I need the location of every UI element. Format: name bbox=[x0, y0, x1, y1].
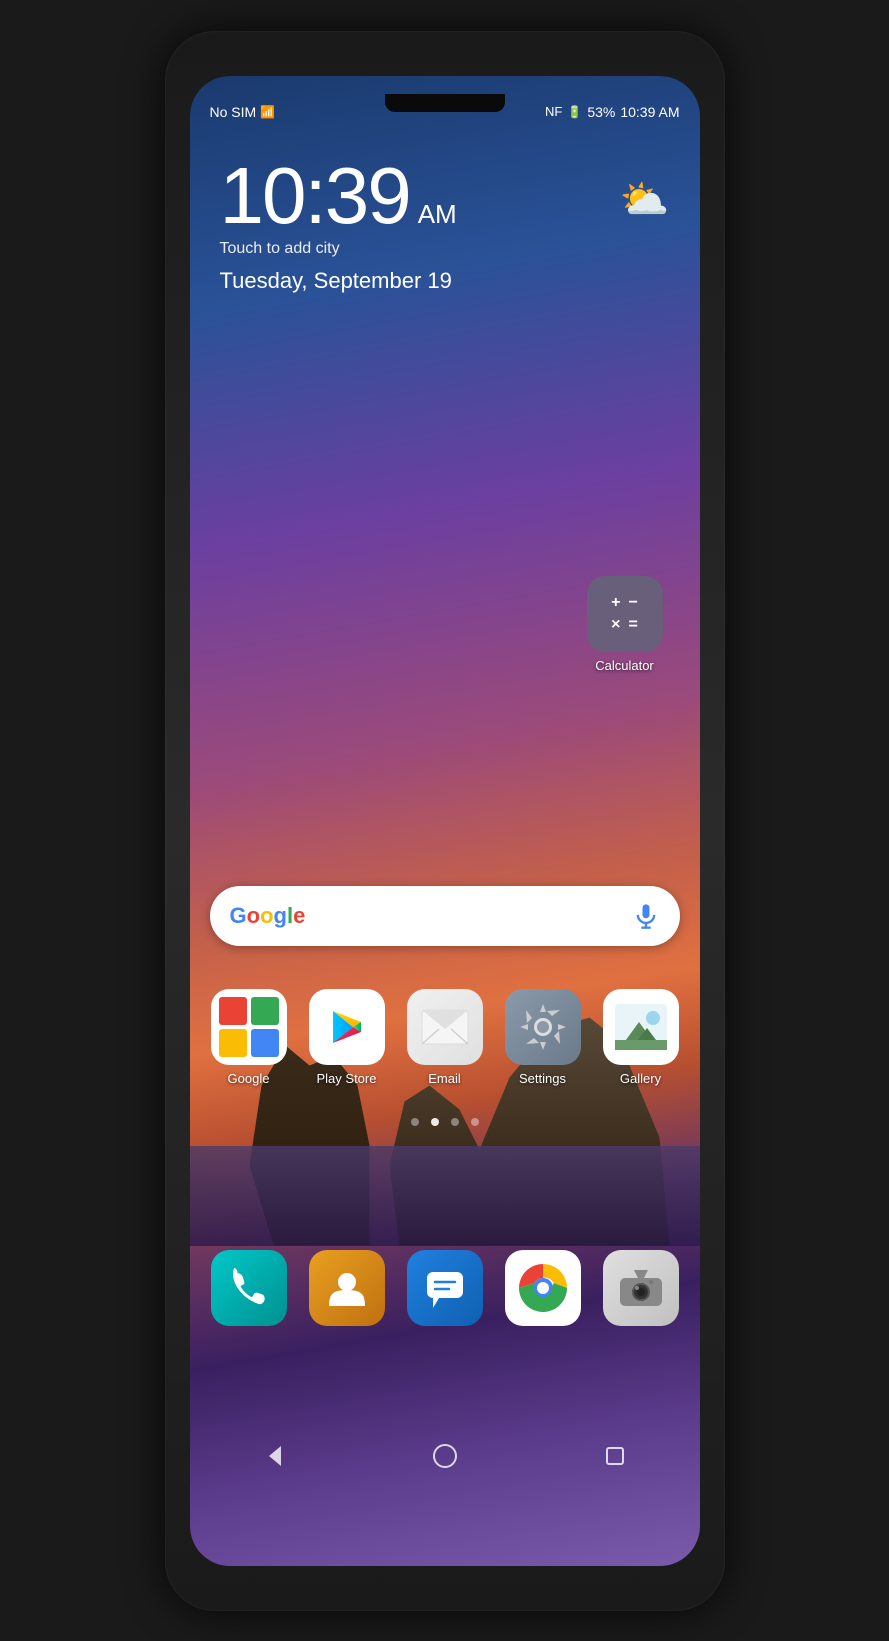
nav-back-button[interactable] bbox=[250, 1431, 300, 1481]
messages-icon-svg bbox=[423, 1266, 467, 1310]
calculator-app-icon[interactable]: + − × = Calculator bbox=[580, 576, 670, 673]
mic-icon[interactable] bbox=[632, 902, 660, 930]
app-item-gallery[interactable]: Gallery bbox=[596, 989, 686, 1086]
dot-2 bbox=[451, 1118, 459, 1126]
calc-row-2: × = bbox=[611, 616, 638, 634]
clock-widget[interactable]: 10:39 AM Touch to add city Tuesday, Sept… bbox=[220, 156, 457, 294]
no-sim-label: No SIM bbox=[210, 104, 257, 120]
google-letter-g1: G bbox=[230, 903, 247, 928]
status-time: 10:39 AM bbox=[620, 104, 679, 120]
google-letter-o1: o bbox=[247, 903, 260, 928]
calc-row-1: + − bbox=[611, 594, 638, 612]
home-icon bbox=[431, 1442, 459, 1470]
camera-icon-svg bbox=[618, 1268, 664, 1308]
phone-screen: No SIM 📶 NF 🔋 53% 10:39 AM 10:39 AM Touc… bbox=[190, 76, 700, 1566]
weather-icon: ⛅ bbox=[620, 176, 670, 223]
grid-red bbox=[219, 997, 247, 1025]
nav-bar bbox=[190, 1426, 700, 1486]
dock-item-chrome[interactable] bbox=[498, 1250, 588, 1326]
google-letter-g2: g bbox=[274, 903, 287, 928]
gallery-app-icon bbox=[603, 989, 679, 1065]
settings-svg bbox=[518, 1002, 568, 1052]
app-item-play-store[interactable]: Play Store bbox=[302, 989, 392, 1086]
app-item-email[interactable]: Email bbox=[400, 989, 490, 1086]
google-logo: Google bbox=[230, 903, 306, 929]
google-app-icon bbox=[211, 989, 287, 1065]
phone-icon-svg bbox=[229, 1268, 269, 1308]
data-icon: 🔋 bbox=[567, 105, 582, 119]
email-label: Email bbox=[428, 1071, 461, 1086]
google-letter-e: e bbox=[293, 903, 305, 928]
water bbox=[190, 1146, 700, 1246]
dot-0 bbox=[411, 1118, 419, 1126]
app-item-settings[interactable]: Settings bbox=[498, 989, 588, 1086]
sim-icon: 📶 bbox=[260, 105, 275, 119]
calc-minus: − bbox=[629, 594, 638, 612]
speaker-notch bbox=[385, 94, 505, 112]
chrome-icon-svg bbox=[517, 1262, 569, 1314]
clock-time-row: 10:39 AM bbox=[220, 156, 457, 236]
nav-home-button[interactable] bbox=[420, 1431, 470, 1481]
gallery-label: Gallery bbox=[620, 1071, 661, 1086]
calc-icon-bg: + − × = bbox=[587, 576, 663, 652]
calc-times: × bbox=[611, 616, 620, 634]
settings-label: Settings bbox=[519, 1071, 566, 1086]
messages-dock-icon bbox=[407, 1250, 483, 1326]
grid-green bbox=[251, 997, 279, 1025]
grid-blue bbox=[251, 1029, 279, 1057]
camera-dock-icon bbox=[603, 1250, 679, 1326]
dock-item-phone[interactable] bbox=[204, 1250, 294, 1326]
dot-3 bbox=[471, 1118, 479, 1126]
play-store-label: Play Store bbox=[317, 1071, 377, 1086]
clock-date: Tuesday, September 19 bbox=[220, 268, 457, 294]
email-svg bbox=[421, 1009, 469, 1045]
dock-item-contacts[interactable] bbox=[302, 1250, 392, 1326]
contacts-icon-svg bbox=[325, 1266, 369, 1310]
page-dots bbox=[190, 1118, 700, 1126]
google-search-bar[interactable]: Google bbox=[210, 886, 680, 946]
play-store-app-icon bbox=[309, 989, 385, 1065]
back-icon bbox=[261, 1442, 289, 1470]
app-item-google[interactable]: Google bbox=[204, 989, 294, 1086]
settings-app-icon bbox=[505, 989, 581, 1065]
dot-1 bbox=[431, 1118, 439, 1126]
nfc-label: NF bbox=[545, 104, 562, 119]
calculator-label: Calculator bbox=[580, 658, 670, 673]
dock-item-messages[interactable] bbox=[400, 1250, 490, 1326]
recent-icon bbox=[601, 1442, 629, 1470]
bottom-dock bbox=[190, 1250, 700, 1326]
weather-widget[interactable]: ⛅ bbox=[620, 176, 670, 223]
status-right: NF 🔋 53% 10:39 AM bbox=[545, 104, 679, 120]
grid-yellow bbox=[219, 1029, 247, 1057]
wallpaper bbox=[190, 76, 700, 1566]
app-row: Google bbox=[190, 989, 700, 1086]
google-app-label: Google bbox=[228, 1071, 270, 1086]
phone-outer: No SIM 📶 NF 🔋 53% 10:39 AM 10:39 AM Touc… bbox=[165, 31, 725, 1611]
google-letter-o2: o bbox=[260, 903, 273, 928]
status-left: No SIM 📶 bbox=[210, 104, 276, 120]
dock-item-camera[interactable] bbox=[596, 1250, 686, 1326]
nav-recent-button[interactable] bbox=[590, 1431, 640, 1481]
chrome-dock-icon bbox=[505, 1250, 581, 1326]
clock-time-display: 10:39 bbox=[220, 156, 410, 236]
calc-equals: = bbox=[629, 616, 638, 634]
play-store-svg bbox=[325, 1005, 369, 1049]
battery-percent: 53% bbox=[587, 104, 615, 120]
phone-dock-icon bbox=[211, 1250, 287, 1326]
gallery-svg bbox=[613, 1002, 669, 1052]
contacts-dock-icon bbox=[309, 1250, 385, 1326]
email-app-icon bbox=[407, 989, 483, 1065]
clock-ampm: AM bbox=[418, 199, 457, 230]
calc-plus: + bbox=[611, 594, 620, 612]
clock-subtitle: Touch to add city bbox=[220, 240, 457, 258]
